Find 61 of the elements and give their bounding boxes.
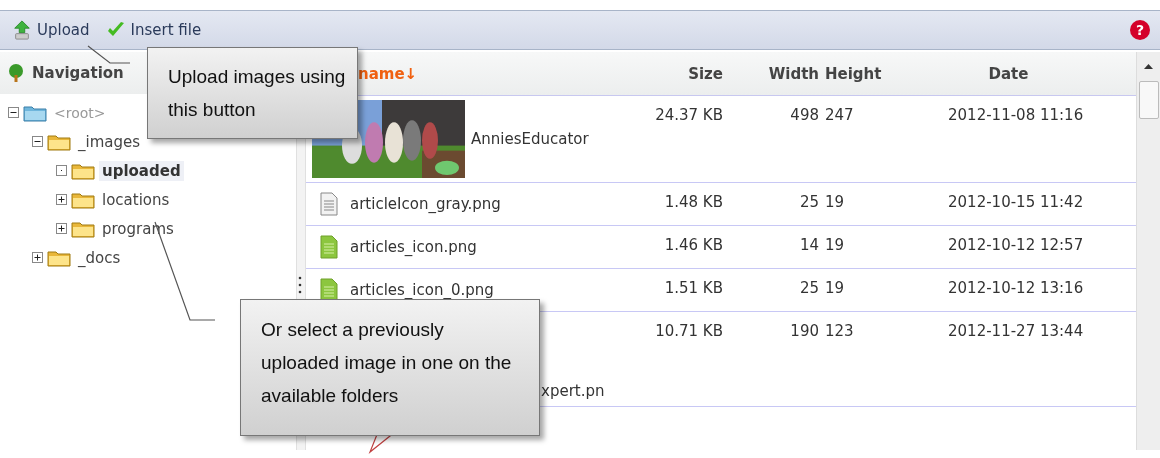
document-icon — [320, 192, 338, 216]
splitter-grip-icon[interactable] — [298, 276, 302, 294]
collapse-icon[interactable] — [32, 136, 43, 147]
file-name[interactable]: articles_icon.png — [350, 238, 477, 256]
callout-text: Upload images using this button — [168, 66, 346, 120]
folder-icon — [71, 161, 95, 180]
column-header[interactable]: Height — [819, 64, 881, 83]
table-cell-text: 2012-11-27 13:44 — [947, 321, 1085, 340]
upload-icon — [12, 20, 32, 40]
table-cell-text: 2012-10-12 12:57 — [947, 235, 1085, 254]
table-cell-text: 1.46 KB — [663, 235, 723, 254]
table-cell-text: 2012-10-15 11:42 — [947, 192, 1085, 211]
scrollbar[interactable] — [1136, 52, 1160, 450]
scroll-up-icon[interactable] — [1144, 64, 1153, 69]
table-cell-text: 25 — [798, 192, 819, 211]
collapse-icon[interactable] — [8, 107, 19, 118]
empty-expander-icon[interactable] — [56, 165, 67, 176]
table-cell-text: 247 — [824, 105, 855, 124]
help-button[interactable]: ? — [1130, 20, 1150, 40]
table-cell-text: 14 — [798, 235, 819, 254]
tree-item[interactable]: _images — [75, 131, 144, 152]
table-cell-text: 19 — [824, 192, 846, 211]
table-cell-text: 2012-10-12 13:16 — [947, 278, 1085, 297]
folder-icon — [23, 103, 47, 122]
table-cell-text: 1.48 KB — [663, 192, 723, 211]
insert-file-button[interactable]: Insert file — [103, 18, 204, 42]
file-name[interactable]: articles_icon_0.png — [350, 281, 494, 299]
column-header[interactable]: Width — [723, 64, 819, 83]
scrollbar-thumb[interactable] — [1138, 81, 1159, 119]
upload-button[interactable]: Upload — [10, 18, 92, 42]
folder-icon — [71, 219, 95, 238]
expand-icon[interactable] — [56, 194, 67, 205]
column-header[interactable]: Date — [881, 64, 1136, 83]
table-cell-text: 25 — [798, 278, 819, 297]
tree-item[interactable]: locations — [99, 189, 173, 210]
document-icon — [320, 235, 338, 259]
table-cell-text: 24.37 KB — [654, 105, 723, 124]
table-cell-text: 19 — [824, 278, 846, 297]
tree-icon — [6, 63, 26, 83]
document-icon — [320, 278, 338, 302]
panel-title: Navigation — [32, 64, 124, 82]
folder-icon — [47, 248, 71, 267]
file-name[interactable]: articleIcon_gray.png — [350, 195, 501, 213]
folder-icon — [71, 190, 95, 209]
table-cell-text: 10.71 KB — [654, 321, 723, 340]
table-cell-text: 19 — [824, 235, 846, 254]
tree-item[interactable]: _docs — [75, 247, 124, 268]
expand-icon[interactable] — [32, 252, 43, 263]
table-cell-text: 2012-11-08 11:16 — [947, 105, 1085, 124]
expand-icon[interactable] — [56, 223, 67, 234]
file-name[interactable]: AnniesEducator — [471, 130, 589, 148]
callout-text: Or select a previously uploaded image in one on the available folders — [261, 319, 512, 406]
column-header[interactable]: Size — [616, 64, 723, 83]
table-cell-text: 190 — [789, 321, 819, 340]
table-cell-text: 498 — [789, 105, 819, 124]
file-name[interactable]: xpert.pn — [541, 382, 605, 400]
leader-line — [87, 45, 131, 64]
folder-icon — [47, 132, 71, 151]
tree-item[interactable]: uploaded — [99, 160, 184, 181]
table-cell-text: 1.51 KB — [663, 278, 723, 297]
table-cell-text: 123 — [824, 321, 855, 340]
